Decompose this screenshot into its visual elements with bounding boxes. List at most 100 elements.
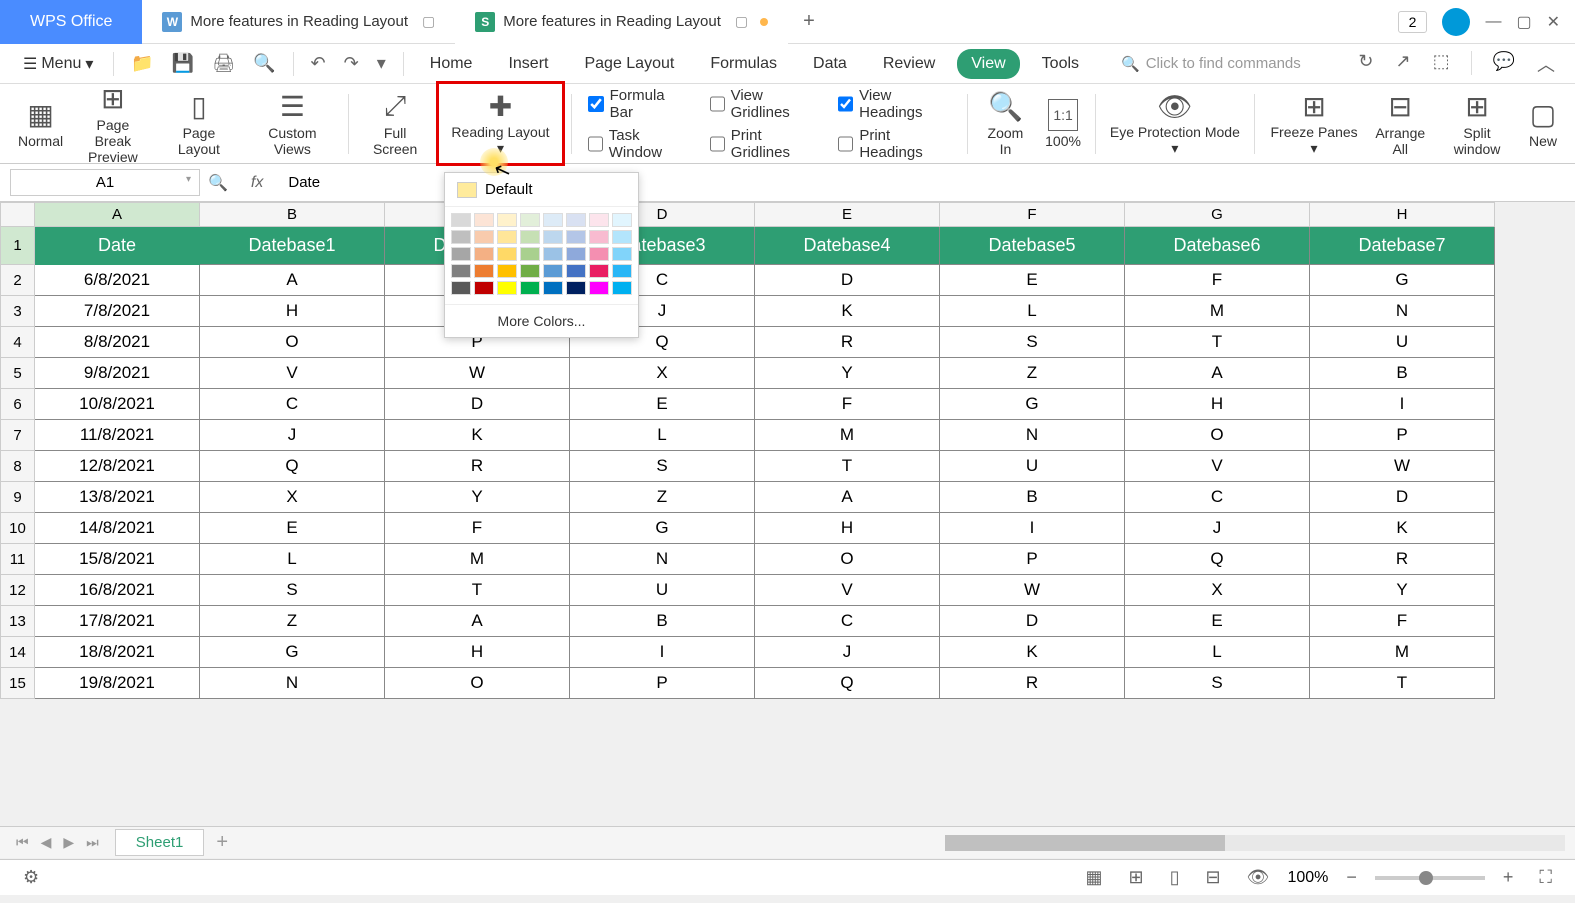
row-header[interactable]: 3 [1,296,35,327]
data-cell[interactable]: L [570,420,755,451]
fx-icon[interactable]: fx [251,174,263,192]
header-cell[interactable]: Datebase7 [1310,227,1495,265]
data-cell[interactable]: 10/8/2021 [35,389,200,420]
color-swatch[interactable] [497,213,517,227]
task-window-checkbox[interactable]: Task Window [588,127,690,161]
row-header[interactable]: 6 [1,389,35,420]
select-all-corner[interactable] [1,203,35,227]
zoom-out-button[interactable]: − [1338,867,1365,888]
data-cell[interactable]: O [1125,420,1310,451]
color-swatch[interactable] [520,230,540,244]
row-header[interactable]: 10 [1,513,35,544]
row-header[interactable]: 7 [1,420,35,451]
data-cell[interactable]: D [755,265,940,296]
data-cell[interactable]: F [385,513,570,544]
color-swatch[interactable] [520,281,540,295]
data-cell[interactable]: K [755,296,940,327]
data-cell[interactable]: Y [1310,575,1495,606]
new-window-button[interactable]: ▢New [1521,95,1565,153]
data-cell[interactable]: R [755,327,940,358]
first-sheet-button[interactable]: ⏮ [10,834,35,851]
horizontal-scrollbar[interactable] [945,835,1565,851]
data-cell[interactable]: 7/8/2021 [35,296,200,327]
data-cell[interactable]: S [1125,668,1310,699]
view-mode-1-icon[interactable]: ▦ [1077,867,1110,888]
header-cell[interactable]: Datebase1 [200,227,385,265]
data-cell[interactable]: E [940,265,1125,296]
data-cell[interactable]: H [200,296,385,327]
data-cell[interactable]: 17/8/2021 [35,606,200,637]
color-swatch[interactable] [589,230,609,244]
color-swatch[interactable] [543,264,563,278]
print-gridlines-checkbox[interactable]: Print Gridlines [710,127,819,161]
data-cell[interactable]: K [940,637,1125,668]
row-header[interactable]: 13 [1,606,35,637]
data-cell[interactable]: M [1125,296,1310,327]
minimize-button[interactable]: — [1485,13,1501,31]
freeze-panes-button[interactable]: ⊞Freeze Panes ▾ [1261,86,1368,161]
data-cell[interactable]: T [1125,327,1310,358]
color-swatch[interactable] [566,213,586,227]
menu-button[interactable]: ☰ Menu ▾ [15,50,101,78]
open-icon[interactable]: 📁 [126,53,158,74]
zoom-in-button[interactable]: 🔍Zoom In [974,87,1037,161]
data-cell[interactable]: 8/8/2021 [35,327,200,358]
data-cell[interactable]: 6/8/2021 [35,265,200,296]
color-swatch[interactable] [566,281,586,295]
data-cell[interactable]: D [385,389,570,420]
col-header-b[interactable]: B [200,203,385,227]
view-mode-2-icon[interactable]: ⊞ [1120,867,1151,888]
data-cell[interactable]: R [385,451,570,482]
row-header[interactable]: 4 [1,327,35,358]
full-screen-button[interactable]: ⤢Full Screen [354,87,435,161]
settings-icon[interactable]: ⚙ [15,867,47,888]
data-cell[interactable]: C [1125,482,1310,513]
header-cell[interactable]: Datebase5 [940,227,1125,265]
data-cell[interactable]: L [200,544,385,575]
color-swatch[interactable] [474,230,494,244]
color-swatch[interactable] [543,213,563,227]
tab-review[interactable]: Review [869,49,949,79]
color-swatch[interactable] [589,213,609,227]
row-header[interactable]: 11 [1,544,35,575]
data-cell[interactable]: A [200,265,385,296]
collapse-icon[interactable]: ⬚ [1428,51,1455,77]
color-swatch[interactable] [612,247,632,261]
data-cell[interactable]: E [1125,606,1310,637]
add-sheet-button[interactable]: + [204,831,240,854]
name-box[interactable]: A1 [10,169,200,196]
data-cell[interactable]: S [570,451,755,482]
row-header[interactable]: 1 [1,227,35,265]
data-cell[interactable]: 11/8/2021 [35,420,200,451]
col-header-f[interactable]: F [940,203,1125,227]
color-swatch[interactable] [566,230,586,244]
tab-insert[interactable]: Insert [494,49,562,79]
data-cell[interactable]: G [1310,265,1495,296]
data-cell[interactable]: 13/8/2021 [35,482,200,513]
avatar[interactable] [1442,8,1470,36]
data-cell[interactable]: N [200,668,385,699]
data-cell[interactable]: N [1310,296,1495,327]
data-cell[interactable]: E [570,389,755,420]
data-cell[interactable]: R [940,668,1125,699]
data-cell[interactable]: I [940,513,1125,544]
data-cell[interactable]: R [1310,544,1495,575]
more-colors-button[interactable]: More Colors... [445,304,638,337]
data-cell[interactable]: Q [1125,544,1310,575]
data-cell[interactable]: 15/8/2021 [35,544,200,575]
data-cell[interactable]: K [1310,513,1495,544]
data-cell[interactable]: G [570,513,755,544]
color-swatch[interactable] [474,247,494,261]
color-swatch[interactable] [520,264,540,278]
chevron-up-icon[interactable]: ︿ [1532,51,1560,77]
search-input[interactable]: 🔍 Click to find commands [1121,55,1301,73]
data-cell[interactable]: S [200,575,385,606]
zoom-in-button[interactable]: + [1495,867,1522,888]
view-mode-4-icon[interactable]: ⊟ [1197,867,1228,888]
header-cell[interactable]: Datebase4 [755,227,940,265]
print-icon[interactable]: 🖨 [207,53,240,74]
formula-bar-checkbox[interactable]: Formula Bar [588,87,690,121]
zoom-100-button[interactable]: 1:1100% [1037,95,1089,153]
zoom-slider[interactable] [1375,876,1485,880]
data-cell[interactable]: X [200,482,385,513]
